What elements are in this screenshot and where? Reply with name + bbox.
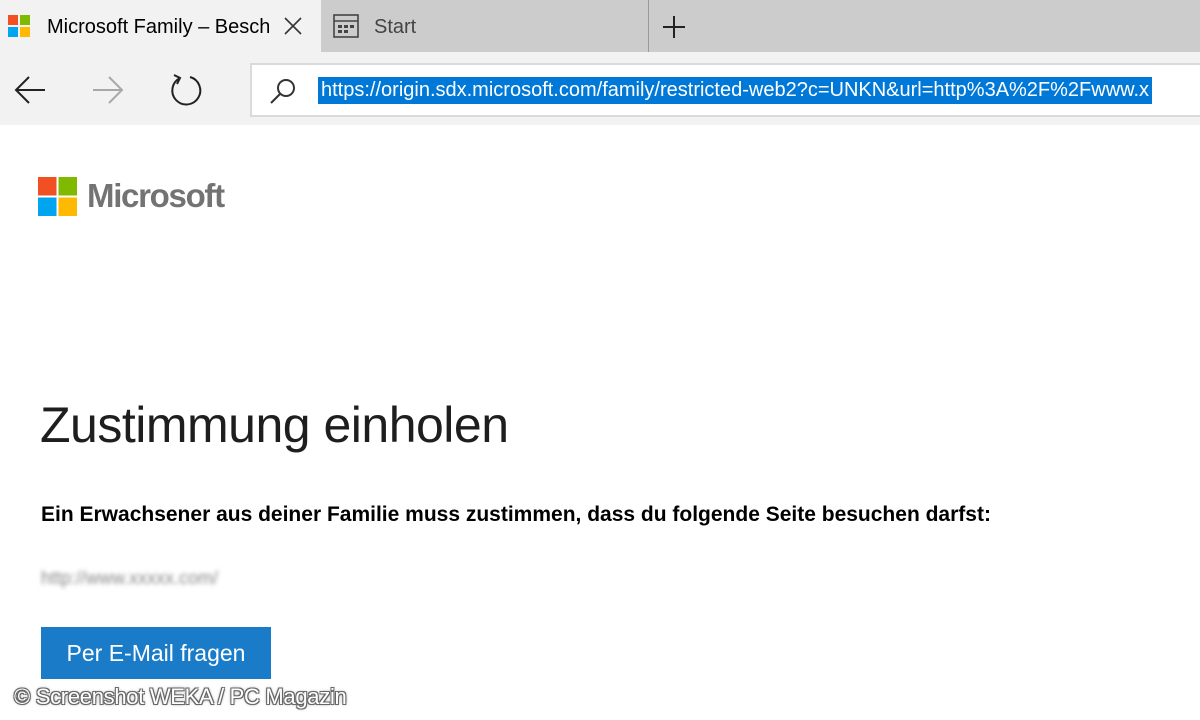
address-bar[interactable]: https://origin.sdx.microsoft.com/family/…	[250, 63, 1200, 117]
page-content: Microsoft Zustimmung einholen Ein Erwach…	[0, 125, 1200, 720]
tab-strip: Microsoft Family – Beschränkte Website S…	[0, 0, 1200, 52]
brand-name: Microsoft	[87, 177, 225, 214]
navigation-bar: https://origin.sdx.microsoft.com/family/…	[0, 52, 1200, 125]
plus-icon[interactable]	[660, 13, 688, 41]
forward-arrow-icon[interactable]	[90, 72, 126, 108]
start-page-icon	[333, 14, 359, 38]
tab-title: Microsoft Family – Beschränkte Website	[47, 16, 269, 38]
tab-start[interactable]: Start	[321, 0, 649, 52]
page-title: Zustimmung einholen	[40, 397, 509, 453]
tab-microsoft-family[interactable]: Microsoft Family – Beschränkte Website	[0, 0, 321, 52]
url-text[interactable]: https://origin.sdx.microsoft.com/family/…	[318, 77, 1153, 104]
blocked-url: http://www.xxxxx.com/	[41, 568, 219, 588]
microsoft-logo-icon	[8, 15, 30, 37]
consent-message: Ein Erwachsener aus deiner Familie muss …	[41, 503, 991, 526]
ask-by-email-button[interactable]: Per E-Mail fragen	[41, 627, 271, 679]
microsoft-logo-icon	[38, 177, 77, 216]
tab-title: Start	[374, 16, 417, 38]
search-icon	[270, 79, 295, 104]
copyright-watermark: © Screenshot WEKA / PC Magazin	[14, 684, 347, 709]
close-icon[interactable]	[282, 15, 304, 37]
back-arrow-icon[interactable]	[12, 72, 48, 108]
refresh-icon[interactable]	[168, 72, 204, 108]
